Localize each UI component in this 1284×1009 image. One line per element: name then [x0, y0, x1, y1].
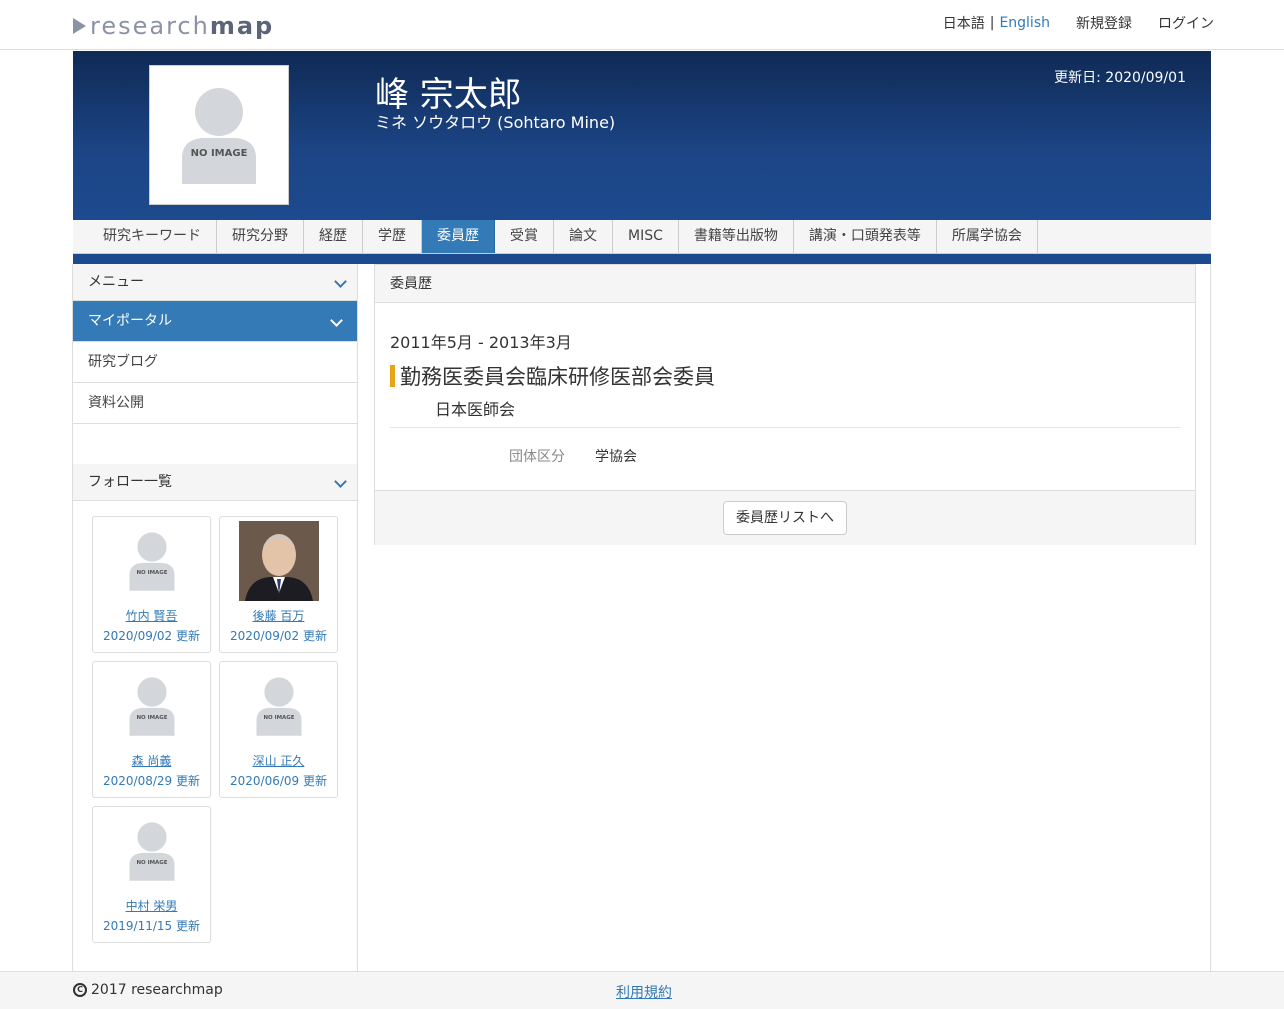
committee-period: 2011年5月 - 2013年3月: [390, 333, 572, 352]
follow-updated-date: 2020/09/02 更新: [103, 629, 200, 643]
menu-title: メニュー: [88, 274, 144, 290]
lang-english-link[interactable]: English: [999, 15, 1050, 31]
no-image-icon: NO IMAGE: [129, 822, 174, 881]
no-image-icon: NO IMAGE: [129, 677, 174, 736]
follow-avatar[interactable]: NO IMAGE: [239, 666, 319, 746]
chevron-down-icon: [334, 475, 347, 488]
org-type-label: 団体区分: [509, 449, 565, 465]
org-type-value: 学協会: [595, 449, 637, 465]
person-photo: [238, 521, 319, 601]
follow-grid: NO IMAGE 竹内 賢吾 2020/09/02 更新 後藤 百万 2020/09/0…: [73, 501, 357, 958]
divider: [390, 427, 1180, 428]
tab-1[interactable]: 研究分野: [217, 220, 304, 253]
tab-9[interactable]: 講演・口頭発表等: [794, 220, 937, 253]
lang-japanese[interactable]: 日本語: [943, 13, 985, 33]
follow-avatar[interactable]: [238, 521, 319, 601]
follow-avatar[interactable]: NO IMAGE: [112, 521, 192, 601]
svg-text:NO IMAGE: NO IMAGE: [136, 570, 167, 576]
back-to-list-button[interactable]: 委員歴リストへ: [723, 501, 847, 535]
copyright-text: 2017 researchmap: [91, 982, 223, 998]
follow-name-link[interactable]: 後藤 百万: [253, 607, 305, 624]
follow-name-link[interactable]: 深山 正久: [253, 752, 305, 769]
copyright-icon: C: [73, 983, 87, 997]
logo-play-icon: [73, 18, 86, 34]
svg-text:NO IMAGE: NO IMAGE: [136, 860, 167, 866]
sidebar-item-label: 資料公開: [88, 395, 144, 411]
page-footer: C 2017 researchmap 利用規約: [0, 971, 1284, 1009]
sidebar: メニュー マイポータル 研究ブログ 資料公開 フォロー一覧 NO IMAGE 竹内…: [73, 264, 358, 972]
top-nav: 日本語 | English 新規登録 ログイン: [943, 13, 1214, 33]
login-link[interactable]: ログイン: [1158, 13, 1214, 33]
sidebar-item-my-portal[interactable]: マイポータル: [73, 301, 357, 342]
section-title: 委員歴: [375, 265, 1195, 303]
tab-7[interactable]: MISC: [613, 220, 679, 253]
follow-name-link[interactable]: 中村 栄男: [126, 897, 178, 914]
tab-0[interactable]: 研究キーワード: [88, 220, 217, 253]
profile-kana: ミネ ソウタロウ (Sohtaro Mine): [375, 113, 616, 132]
logo-text: researchmap: [90, 12, 275, 40]
follow-card[interactable]: 後藤 百万 2020/09/02 更新: [219, 516, 338, 653]
tab-4[interactable]: 委員歴: [422, 220, 495, 253]
follow-updated-date: 2020/08/29 更新: [103, 774, 200, 788]
profile-tabbar: 研究キーワード 研究分野 経歴 学歴 委員歴 受賞 論文 MISC 書籍等出版物 講演・口頭発表等…: [73, 220, 1211, 254]
no-image-icon: NO IMAGE: [129, 532, 174, 591]
sidebar-item-label: 研究ブログ: [88, 354, 158, 370]
lang-separator: |: [989, 15, 995, 31]
terms-link[interactable]: 利用規約: [616, 982, 672, 1002]
copyright: C 2017 researchmap: [73, 982, 223, 998]
committee-organization: 日本医師会: [435, 400, 516, 419]
top-header: researchmap 日本語 | English 新規登録 ログイン: [0, 0, 1284, 50]
panel-footer: 委員歴リストへ: [375, 490, 1195, 545]
profile-updated-date: 更新日: 2020/09/01: [1054, 70, 1186, 86]
sidebar-item-materials[interactable]: 資料公開: [73, 383, 357, 424]
committee-detail-panel: 委員歴 2011年5月 - 2013年3月 勤務医委員会臨床研修医部会委員 日本…: [374, 264, 1196, 545]
tab-6[interactable]: 論文: [554, 220, 613, 253]
profile-avatar: NO IMAGE: [149, 65, 289, 205]
tab-2[interactable]: 経歴: [304, 220, 363, 253]
profile-banner: NO IMAGE 峰 宗太郎 ミネ ソウタロウ (Sohtaro Mine) 更…: [73, 51, 1211, 220]
committee-title-row: 勤務医委員会臨床研修医部会委員: [390, 361, 715, 391]
follow-list-header[interactable]: フォロー一覧: [73, 464, 357, 501]
chevron-down-icon: [334, 275, 347, 288]
svg-text:NO IMAGE: NO IMAGE: [136, 715, 167, 721]
follow-updated-date: 2020/09/02 更新: [230, 629, 327, 643]
tab-10[interactable]: 所属学協会: [937, 220, 1038, 253]
no-image-icon: NO IMAGE: [182, 88, 256, 184]
follow-avatar[interactable]: NO IMAGE: [112, 666, 192, 746]
tab-3[interactable]: 学歴: [363, 220, 422, 253]
svg-text:NO IMAGE: NO IMAGE: [263, 715, 294, 721]
menu-header[interactable]: メニュー: [73, 264, 357, 301]
no-image-icon: NO IMAGE: [256, 677, 301, 736]
follow-updated-date: 2019/11/15 更新: [103, 919, 200, 933]
committee-title: 勤務医委員会臨床研修医部会委員: [400, 365, 715, 389]
svg-text:NO IMAGE: NO IMAGE: [191, 148, 248, 159]
sidebar-item-research-blog[interactable]: 研究ブログ: [73, 342, 357, 383]
follow-name-link[interactable]: 竹内 賢吾: [126, 607, 178, 624]
sidebar-item-label: マイポータル: [88, 313, 172, 329]
frame-border-right: [1210, 264, 1211, 972]
follow-card[interactable]: NO IMAGE 中村 栄男 2019/11/15 更新: [92, 806, 211, 943]
follow-card[interactable]: NO IMAGE 竹内 賢吾 2020/09/02 更新: [92, 516, 211, 653]
chevron-down-icon: [330, 314, 343, 327]
follow-card[interactable]: NO IMAGE 森 尚義 2020/08/29 更新: [92, 661, 211, 798]
follow-avatar[interactable]: NO IMAGE: [112, 811, 192, 891]
follow-list-title: フォロー一覧: [88, 474, 172, 490]
follow-card[interactable]: NO IMAGE 深山 正久 2020/06/09 更新: [219, 661, 338, 798]
follow-name-link[interactable]: 森 尚義: [132, 752, 172, 769]
tab-list: 研究キーワード 研究分野 経歴 学歴 委員歴 受賞 論文 MISC 書籍等出版物 講演・口頭発表等…: [88, 220, 1038, 254]
tab-5[interactable]: 受賞: [495, 220, 554, 253]
register-link[interactable]: 新規登録: [1076, 13, 1132, 33]
title-accent-bar: [390, 365, 395, 387]
researchmap-logo[interactable]: researchmap: [73, 12, 274, 40]
tab-8[interactable]: 書籍等出版物: [679, 220, 794, 253]
follow-updated-date: 2020/06/09 更新: [230, 774, 327, 788]
tabbar-underline: [73, 254, 1211, 264]
